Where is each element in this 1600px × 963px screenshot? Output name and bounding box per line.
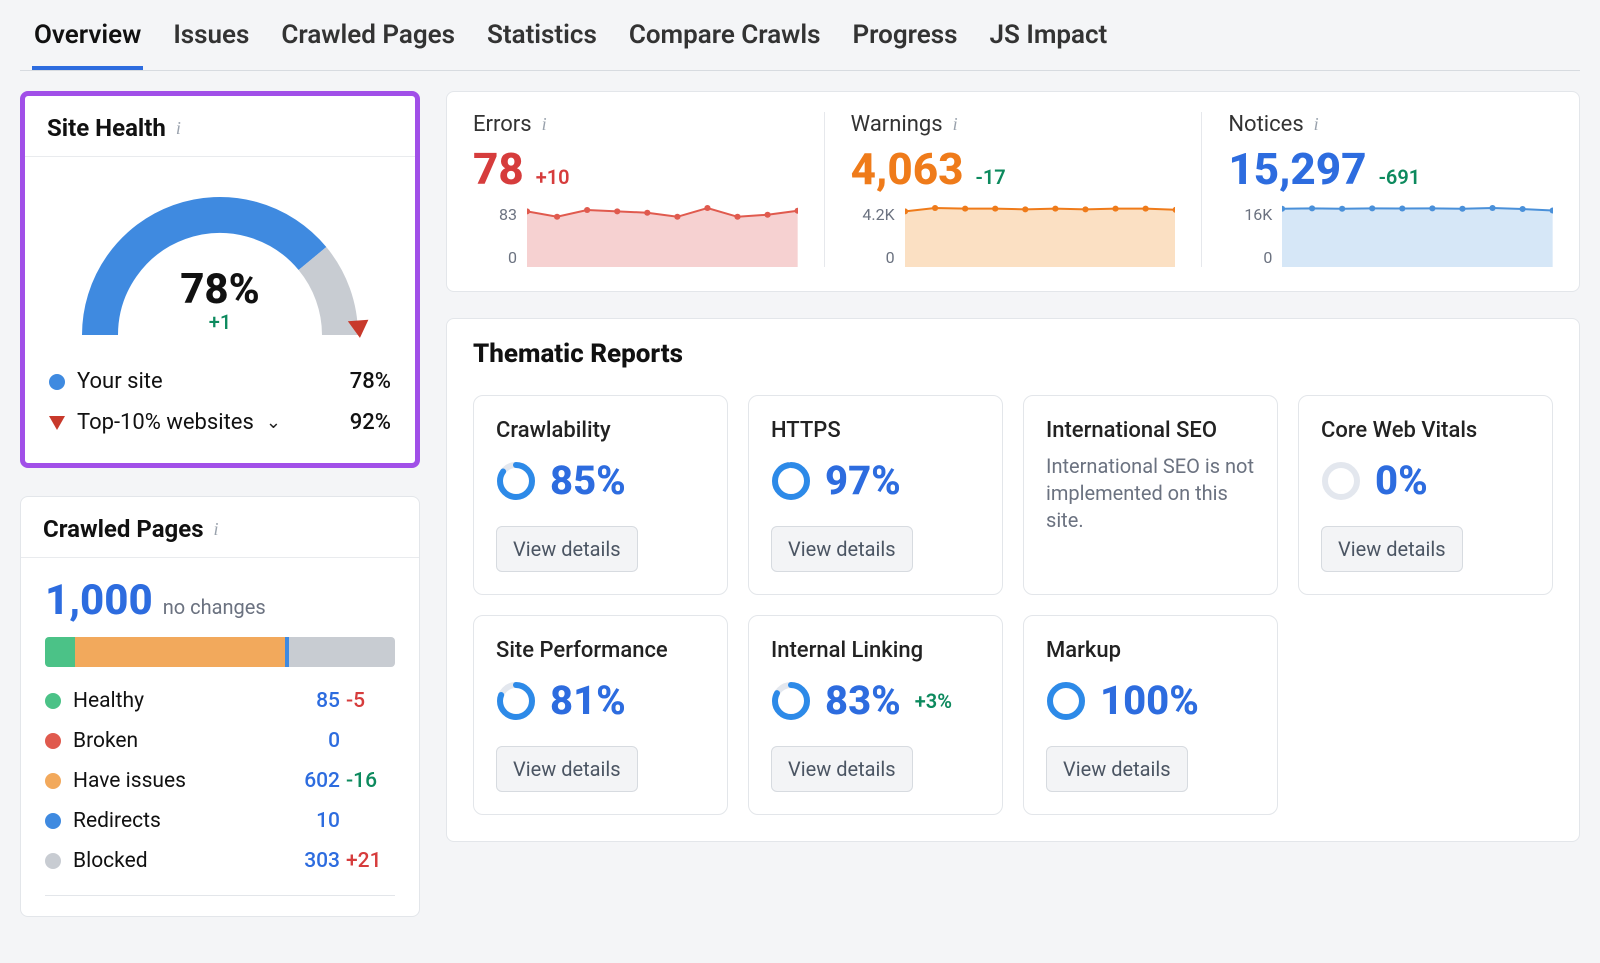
thematic-card-title: International SEO [1046, 418, 1255, 443]
thematic-pct: 85% [550, 457, 626, 504]
metric-value[interactable]: 78 [473, 143, 524, 195]
view-details-button[interactable]: View details [771, 526, 913, 572]
thematic-card-https: HTTPS 97% View details [748, 395, 1003, 595]
bar-segment-healthy[interactable] [45, 637, 75, 667]
dot-icon [45, 733, 61, 749]
thematic-reports-card: Thematic Reports Crawlability 85% View det… [446, 318, 1580, 842]
crawled-row-broken[interactable]: Broken0 [45, 721, 395, 761]
info-icon[interactable]: i [176, 118, 181, 139]
progress-ring-icon [496, 681, 536, 721]
thematic-card-title: Site Performance [496, 638, 705, 663]
crawled-subtext: no changes [163, 595, 266, 619]
sparkline-notices [1282, 205, 1553, 267]
view-details-button[interactable]: View details [1046, 746, 1188, 792]
sparkline-warnings [905, 205, 1176, 267]
progress-ring-icon [1046, 681, 1086, 721]
thematic-pct: 0% [1375, 457, 1428, 504]
crawled-row-blocked[interactable]: Blocked303+21 [45, 841, 395, 881]
tab-compare-crawls[interactable]: Compare Crawls [627, 20, 823, 70]
metric-delta: -691 [1379, 165, 1421, 189]
info-icon[interactable]: i [542, 114, 547, 135]
thematic-card-core-web-vitals: Core Web Vitals 0% View details [1298, 395, 1553, 595]
thematic-card-title: Markup [1046, 638, 1255, 663]
thematic-card-title: Core Web Vitals [1321, 418, 1530, 443]
metric-delta: +10 [536, 165, 570, 189]
tab-overview[interactable]: Overview [32, 20, 143, 70]
tab-progress[interactable]: Progress [851, 20, 960, 70]
metric-delta: -17 [976, 165, 1006, 189]
tab-js-impact[interactable]: JS Impact [988, 20, 1110, 70]
metric-notices: Notices i15,297-69116K0 [1202, 112, 1553, 267]
sparkline-errors [527, 205, 798, 267]
crawled-count[interactable]: 1,000 [45, 576, 153, 625]
view-details-button[interactable]: View details [1321, 526, 1463, 572]
thematic-delta: +3% [915, 689, 952, 713]
gauge-value: 78% [70, 265, 370, 314]
thematic-card-title: Crawlability [496, 418, 705, 443]
info-icon[interactable]: i [1314, 114, 1319, 135]
legend-top10-dropdown[interactable]: Top-10% websites ⌄ 92% [49, 402, 391, 443]
crawled-pages-title: Crawled Pages [43, 515, 204, 543]
progress-ring-icon [496, 461, 536, 501]
site-health-card: Site Health i 78% +1 Your sit [20, 91, 420, 468]
crawled-distribution-bar [45, 637, 395, 667]
top-metrics-card: Errors i78+10830Warnings i4,063-174.2K0N… [446, 91, 1580, 292]
info-icon[interactable]: i [214, 519, 219, 540]
view-details-button[interactable]: View details [771, 746, 913, 792]
crawled-pages-card: Crawled Pages i 1,000 no changes Healthy… [20, 496, 420, 917]
dot-icon [45, 693, 61, 709]
metric-value[interactable]: 4,063 [851, 143, 964, 195]
crawled-row-have-issues[interactable]: Have issues602-16 [45, 761, 395, 801]
legend-your-site: Your site 78% [49, 361, 391, 402]
crawled-row-healthy[interactable]: Healthy85-5 [45, 681, 395, 721]
tab-issues[interactable]: Issues [171, 20, 251, 70]
nav-tabs: Overview Issues Crawled Pages Statistics Com… [20, 0, 1580, 71]
crawled-row-redirects[interactable]: Redirects10 [45, 801, 395, 841]
progress-ring-icon [771, 681, 811, 721]
metric-warnings: Warnings i4,063-174.2K0 [825, 112, 1203, 267]
thematic-card-site-performance: Site Performance 81% View details [473, 615, 728, 815]
thematic-title: Thematic Reports [447, 319, 1579, 375]
thematic-pct: 81% [550, 677, 626, 724]
thematic-card-title: HTTPS [771, 418, 980, 443]
thematic-pct: 100% [1100, 677, 1199, 724]
thematic-card-internal-linking: Internal Linking 83% +3% View details [748, 615, 1003, 815]
progress-ring-icon [771, 461, 811, 501]
progress-ring-icon [1321, 461, 1361, 501]
thematic-message: International SEO is not implemented on … [1046, 453, 1255, 534]
thematic-card-international-seo: International SEO International SEO is no… [1023, 395, 1278, 595]
thematic-card-title: Internal Linking [771, 638, 980, 663]
metric-errors: Errors i78+10830 [473, 112, 825, 267]
tab-statistics[interactable]: Statistics [485, 20, 599, 70]
thematic-pct: 97% [825, 457, 901, 504]
triangle-down-icon [49, 416, 65, 430]
dot-icon [45, 773, 61, 789]
chevron-down-icon: ⌄ [266, 412, 281, 433]
info-icon[interactable]: i [953, 114, 958, 135]
view-details-button[interactable]: View details [496, 526, 638, 572]
dot-icon [49, 374, 65, 390]
metric-value[interactable]: 15,297 [1228, 143, 1366, 195]
site-health-title: Site Health [47, 114, 166, 142]
bar-segment-have-issues[interactable] [75, 637, 286, 667]
view-details-button[interactable]: View details [496, 746, 638, 792]
thematic-card-markup: Markup 100% View details [1023, 615, 1278, 815]
dot-icon [45, 853, 61, 869]
tab-crawled-pages[interactable]: Crawled Pages [279, 20, 457, 70]
gauge-delta: +1 [70, 310, 370, 334]
thematic-pct: 83% [825, 677, 901, 724]
bar-segment-blocked[interactable] [289, 637, 395, 667]
thematic-card-crawlability: Crawlability 85% View details [473, 395, 728, 595]
dot-icon [45, 813, 61, 829]
